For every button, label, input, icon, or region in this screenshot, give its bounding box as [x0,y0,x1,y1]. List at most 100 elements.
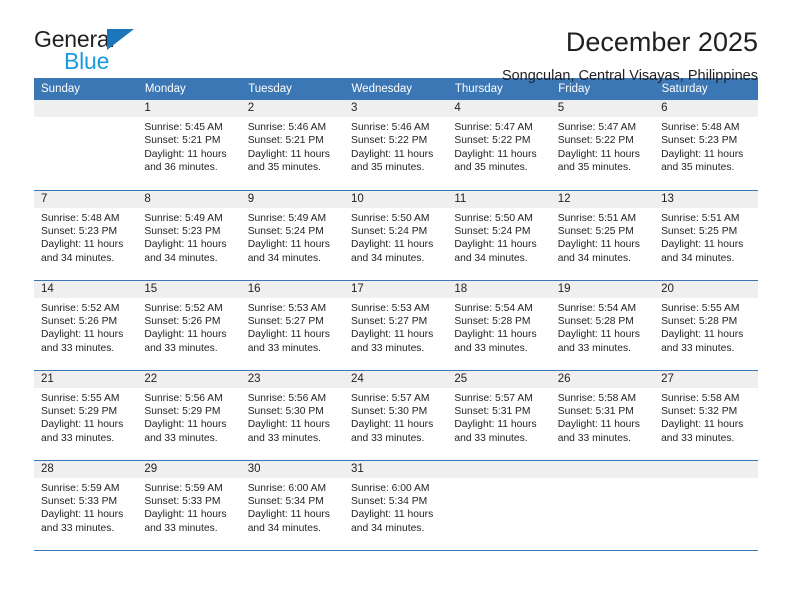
daylight-text-line1: Daylight: 11 hours [41,509,124,521]
daylight-text-line2: and 33 minutes. [144,522,218,534]
day-number: 19 [550,280,655,298]
weekday-header-sunday: Sunday [34,78,138,100]
calendar-day-cell[interactable]: 31 Sunrise: 6:00 AM Sunset: 5:34 PM Dayligh… [344,460,448,551]
day-number: 21 [34,370,138,388]
day-details: Sunrise: 5:56 AM Sunset: 5:30 PM Daylight:… [241,388,344,446]
day-number: 31 [344,460,448,478]
day-number: 6 [654,100,758,117]
day-number: 27 [654,370,758,388]
daylight-text-line2: and 33 minutes. [41,522,115,534]
day-details: Sunrise: 5:56 AM Sunset: 5:29 PM Daylight:… [137,388,240,446]
calendar-day-cell[interactable]: 5 Sunrise: 5:47 AM Sunset: 5:22 PM Daylight… [550,100,655,191]
day-details: Sunrise: 5:46 AM Sunset: 5:21 PM Daylight:… [241,117,344,175]
day-number: 17 [344,280,448,298]
daylight-text-line1: Daylight: 11 hours [144,509,227,521]
sunrise-text: Sunrise: 5:50 AM [454,212,533,224]
daylight-text-line2: and 34 minutes. [41,252,115,264]
calendar-day-cell[interactable]: 10 Sunrise: 5:50 AM Sunset: 5:24 PM Dayligh… [344,190,448,281]
calendar-day-cell[interactable]: 18 Sunrise: 5:54 AM Sunset: 5:28 PM Dayligh… [447,280,551,371]
daylight-text-line2: and 33 minutes. [351,342,425,354]
daylight-text-line1: Daylight: 11 hours [247,419,330,431]
calendar-day-cell[interactable]: 14 Sunrise: 5:52 AM Sunset: 5:26 PM Dayligh… [34,280,138,371]
day-number: 10 [344,190,448,208]
calendar-day-cell[interactable]: 9 Sunrise: 5:49 AM Sunset: 5:24 PM Daylight… [240,190,345,281]
calendar-day-cell[interactable]: 11 Sunrise: 5:50 AM Sunset: 5:24 PM Dayligh… [447,190,551,281]
calendar-day-cell[interactable]: 20 Sunrise: 5:55 AM Sunset: 5:28 PM Dayligh… [654,280,758,371]
day-number: 15 [137,280,241,298]
calendar-day-cell[interactable]: 21 Sunrise: 5:55 AM Sunset: 5:29 PM Dayligh… [34,370,138,461]
daylight-text-line2: and 33 minutes. [144,342,218,354]
calendar-day-cell[interactable]: 1 Sunrise: 5:45 AM Sunset: 5:21 PM Daylight… [137,100,241,191]
calendar-day-cell[interactable]: 19 Sunrise: 5:54 AM Sunset: 5:28 PM Dayligh… [550,280,655,371]
calendar-day-cell[interactable]: 24 Sunrise: 5:57 AM Sunset: 5:30 PM Dayligh… [344,370,448,461]
daylight-text-line2: and 34 minutes. [661,252,735,264]
daylight-text-line1: Daylight: 11 hours [454,419,537,431]
daylight-text-line1: Daylight: 11 hours [454,239,537,251]
calendar-day-cell[interactable]: 2 Sunrise: 5:46 AM Sunset: 5:21 PM Daylight… [240,100,345,191]
sunset-text: Sunset: 5:24 PM [454,225,531,237]
calendar-day-cell[interactable]: 25 Sunrise: 5:57 AM Sunset: 5:31 PM Dayligh… [447,370,551,461]
day-details: Sunrise: 5:47 AM Sunset: 5:22 PM Daylight:… [551,117,654,175]
daylight-text-line1: Daylight: 11 hours [144,419,227,431]
day-number: 14 [34,280,138,298]
daylight-text-line1: Daylight: 11 hours [351,329,434,341]
calendar-day-cell[interactable]: 26 Sunrise: 5:58 AM Sunset: 5:31 PM Dayligh… [550,370,655,461]
weekday-header-tuesday: Tuesday [240,78,345,100]
general-blue-logo[interactable]: General Blue [34,26,164,74]
daylight-text-line1: Daylight: 11 hours [661,239,744,251]
daylight-text-line2: and 35 minutes. [247,162,321,174]
day-details: Sunrise: 5:57 AM Sunset: 5:30 PM Daylight:… [344,388,447,446]
calendar-day-cell[interactable]: 13 Sunrise: 5:51 AM Sunset: 5:25 PM Dayligh… [654,190,758,281]
daylight-text-line1: Daylight: 11 hours [454,148,537,160]
calendar-day-cell[interactable]: 30 Sunrise: 6:00 AM Sunset: 5:34 PM Dayligh… [240,460,345,551]
sunset-text: Sunset: 5:29 PM [144,405,221,417]
sunrise-text: Sunrise: 5:57 AM [351,392,430,404]
calendar-day-cell[interactable]: 22 Sunrise: 5:56 AM Sunset: 5:29 PM Dayligh… [137,370,241,461]
calendar-day-cell[interactable]: 4 Sunrise: 5:47 AM Sunset: 5:22 PM Daylight… [447,100,551,191]
calendar-page: General Blue December 2025 Songculan, Ce… [0,0,792,612]
calendar-day-cell[interactable]: 8 Sunrise: 5:49 AM Sunset: 5:23 PM Daylight… [137,190,241,281]
daylight-text-line2: and 34 minutes. [351,252,425,264]
daylight-text-line2: and 35 minutes. [661,162,735,174]
daylight-text-line2: and 33 minutes. [247,342,321,354]
logo-triangle-icon [107,29,134,50]
daylight-text-line2: and 33 minutes. [351,432,425,444]
calendar-day-cell[interactable]: 15 Sunrise: 5:52 AM Sunset: 5:26 PM Dayligh… [137,280,241,371]
calendar-day-cell[interactable]: 27 Sunrise: 5:58 AM Sunset: 5:32 PM Dayligh… [654,370,758,461]
daylight-text-line1: Daylight: 11 hours [247,509,330,521]
day-number [654,460,758,478]
day-number: 9 [240,190,345,208]
sunrise-text: Sunrise: 5:47 AM [454,122,533,133]
calendar-day-cell[interactable]: 7 Sunrise: 5:48 AM Sunset: 5:23 PM Daylight… [34,190,138,281]
daylight-text-line1: Daylight: 11 hours [557,239,640,251]
day-details: Sunrise: 5:45 AM Sunset: 5:21 PM Daylight:… [137,117,240,175]
day-details: Sunrise: 5:52 AM Sunset: 5:26 PM Daylight:… [137,298,240,356]
day-details: Sunrise: 5:51 AM Sunset: 5:25 PM Daylight:… [551,208,654,266]
daylight-text-line2: and 33 minutes. [144,432,218,444]
sunrise-sunset-calendar: Sunday Monday Tuesday Wednesday Thursday… [34,78,759,551]
sunset-text: Sunset: 5:22 PM [454,135,531,147]
daylight-text-line2: and 34 minutes. [454,252,528,264]
sunrise-text: Sunrise: 5:56 AM [144,392,223,404]
calendar-day-cell[interactable]: 3 Sunrise: 5:46 AM Sunset: 5:22 PM Daylight… [344,100,448,191]
day-number: 12 [550,190,655,208]
sunrise-text: Sunrise: 5:51 AM [661,212,740,224]
daylight-text-line1: Daylight: 11 hours [351,509,434,521]
calendar-day-cell[interactable]: 23 Sunrise: 5:56 AM Sunset: 5:30 PM Dayligh… [240,370,345,461]
sunset-text: Sunset: 5:21 PM [144,135,221,147]
calendar-day-cell[interactable]: 6 Sunrise: 5:48 AM Sunset: 5:23 PM Daylight… [654,100,758,191]
sunset-text: Sunset: 5:31 PM [557,405,634,417]
calendar-day-cell[interactable]: 17 Sunrise: 5:53 AM Sunset: 5:27 PM Dayligh… [344,280,448,371]
weekday-header-monday: Monday [137,78,242,100]
day-number: 29 [137,460,241,478]
daylight-text-line1: Daylight: 11 hours [557,419,640,431]
sunset-text: Sunset: 5:33 PM [144,495,221,507]
calendar-day-cell[interactable]: 16 Sunrise: 5:53 AM Sunset: 5:27 PM Dayligh… [240,280,345,371]
calendar-day-cell[interactable]: 28 Sunrise: 5:59 AM Sunset: 5:33 PM Dayligh… [34,460,138,551]
sunrise-text: Sunrise: 5:52 AM [144,302,223,314]
daylight-text-line2: and 35 minutes. [454,162,528,174]
day-details: Sunrise: 5:55 AM Sunset: 5:28 PM Daylight:… [654,298,757,356]
calendar-day-cell[interactable]: 12 Sunrise: 5:51 AM Sunset: 5:25 PM Dayligh… [550,190,655,281]
day-details: Sunrise: 5:57 AM Sunset: 5:31 PM Daylight:… [447,388,550,446]
calendar-day-cell[interactable]: 29 Sunrise: 5:59 AM Sunset: 5:33 PM Dayligh… [137,460,241,551]
